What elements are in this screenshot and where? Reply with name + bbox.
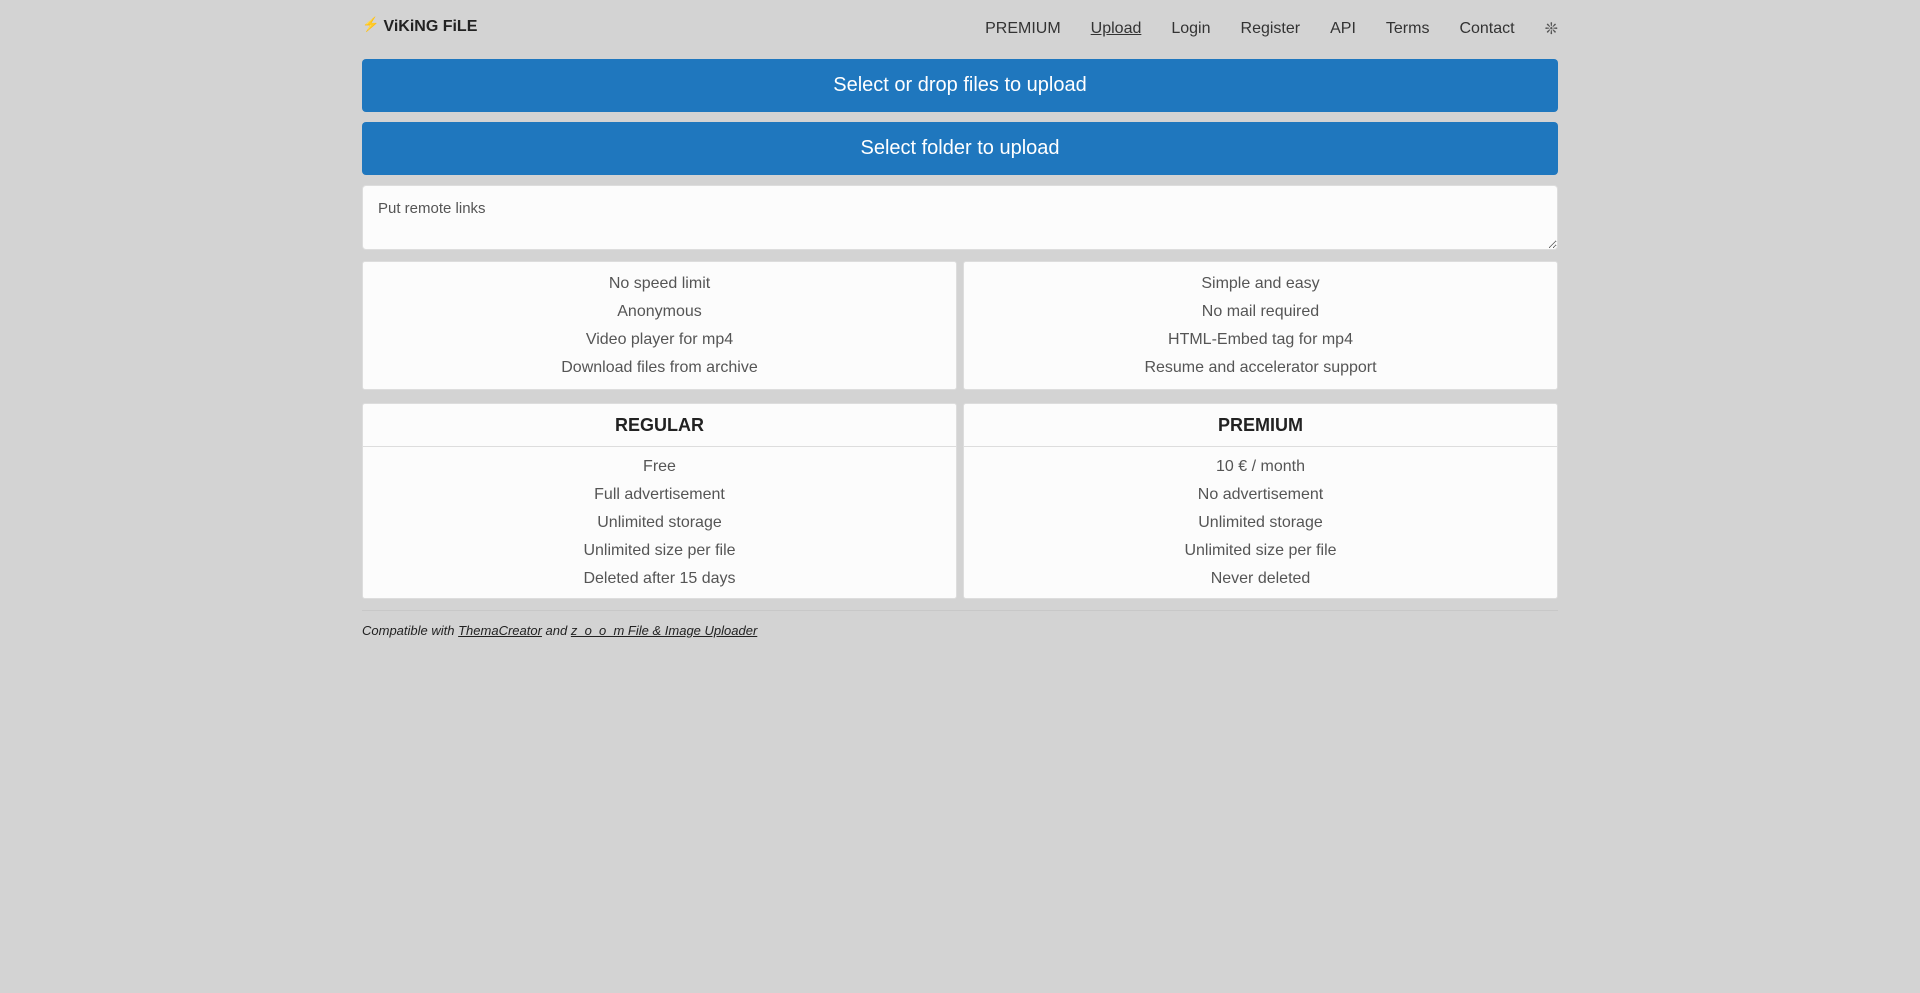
plan-row: Full advertisement: [594, 486, 725, 503]
theme-toggle-icon[interactable]: ❊: [1545, 19, 1558, 39]
footer-prefix: Compatible with: [362, 623, 459, 638]
nav-terms[interactable]: Terms: [1386, 20, 1430, 38]
feature-item: Simple and easy: [1201, 275, 1320, 292]
nav-register[interactable]: Register: [1241, 20, 1301, 38]
plan-row: 10 € / month: [1216, 458, 1305, 475]
plan-row: Unlimited size per file: [583, 542, 736, 559]
page-container: ⚡ ViKiNG FiLE PREMIUM Upload Login Regis…: [362, 0, 1558, 638]
plan-row: Free: [643, 458, 676, 475]
remote-links-input[interactable]: [362, 185, 1558, 250]
features-right-card: Simple and easy No mail required HTML-Em…: [963, 261, 1558, 390]
top-header: ⚡ ViKiNG FiLE PREMIUM Upload Login Regis…: [362, 0, 1558, 58]
plan-body: Free Full advertisement Unlimited storag…: [363, 447, 956, 598]
feature-item: Resume and accelerator support: [1144, 359, 1377, 376]
footer-middle: and: [541, 623, 571, 638]
brand-logo[interactable]: ⚡ ViKiNG FiLE: [362, 16, 478, 36]
feature-item: No speed limit: [608, 275, 711, 292]
plan-title: PREMIUM: [964, 404, 1557, 447]
nav-premium[interactable]: PREMIUM: [985, 20, 1061, 38]
plan-body: 10 € / month No advertisement Unlimited …: [964, 447, 1557, 598]
nav-login[interactable]: Login: [1171, 20, 1210, 38]
feature-item: Download files from archive: [561, 359, 758, 376]
main-nav: PREMIUM Upload Login Register API Terms …: [955, 19, 1558, 39]
plan-row: Unlimited storage: [1198, 514, 1323, 531]
plan-card-premium: PREMIUM 10 € / month No advertisement Un…: [963, 403, 1558, 599]
plan-title: REGULAR: [363, 404, 956, 447]
plan-row: Never deleted: [1210, 570, 1311, 587]
zoom-uploader-link[interactable]: z_o_o_m File & Image Uploader: [571, 623, 757, 638]
lightning-icon: ⚡: [362, 16, 380, 32]
nav-api[interactable]: API: [1330, 20, 1356, 38]
feature-item: Video player for mp4: [585, 331, 734, 348]
footer-divider: [362, 610, 1558, 611]
plan-row: No advertisement: [1197, 486, 1324, 503]
nav-upload[interactable]: Upload: [1091, 20, 1142, 38]
themacreator-link[interactable]: ThemaCreator: [458, 623, 542, 638]
brand-name: ViKiNG FiLE: [383, 18, 478, 35]
select-folder-button[interactable]: Select folder to upload: [362, 122, 1558, 175]
feature-item: Anonymous: [617, 303, 702, 320]
feature-item: HTML-Embed tag for mp4: [1168, 331, 1353, 348]
plan-row: Unlimited storage: [597, 514, 722, 531]
features-section: No speed limit Anonymous Video player fo…: [362, 261, 1558, 390]
plan-row: Deleted after 15 days: [583, 570, 736, 587]
feature-item: No mail required: [1201, 303, 1320, 320]
select-files-button[interactable]: Select or drop files to upload: [362, 59, 1558, 112]
nav-contact[interactable]: Contact: [1459, 20, 1514, 38]
features-left-card: No speed limit Anonymous Video player fo…: [362, 261, 957, 390]
plan-row: Unlimited size per file: [1184, 542, 1337, 559]
plans-section: REGULAR Free Full advertisement Unlimite…: [362, 403, 1558, 599]
footer-compat: Compatible with ThemaCreator and z_o_o_m…: [362, 623, 1558, 638]
plan-card-regular: REGULAR Free Full advertisement Unlimite…: [362, 403, 957, 599]
